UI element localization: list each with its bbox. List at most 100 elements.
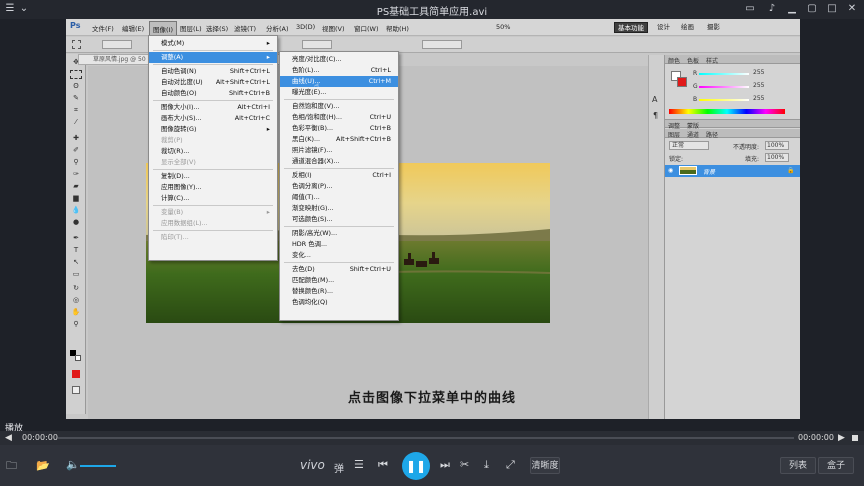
menu-item[interactable]: 色调均化(Q) xyxy=(280,297,398,308)
menu-window[interactable]: 窗口(W) xyxy=(354,23,379,33)
tab-swatches[interactable]: 色板 xyxy=(687,56,699,65)
tab-paths[interactable]: 路径 xyxy=(706,130,718,139)
video-frame[interactable]: Ps 文件(F) 编辑(E) 图像(I) 图层(L) 选择(S) 滤镜(T) 分… xyxy=(66,19,800,419)
menu-item[interactable]: 曲线(U)... Ctrl+M xyxy=(280,76,398,87)
option-field[interactable] xyxy=(102,40,132,49)
tab-styles[interactable]: 样式 xyxy=(706,56,718,65)
3d-rotate-icon[interactable]: ↻ xyxy=(70,284,82,293)
menu-item[interactable]: 色彩平衡(B)... Ctrl+B xyxy=(280,123,398,134)
menu-item[interactable]: 色调分离(P)... xyxy=(280,181,398,192)
eye-icon[interactable]: ◉ xyxy=(668,167,673,174)
dodge-tool-icon[interactable]: ● xyxy=(70,218,82,227)
zoom-level[interactable]: 50% xyxy=(496,23,510,31)
menu-item[interactable]: 应用数据组(L)... xyxy=(149,218,277,229)
seek-forward-icon[interactable]: ▶ xyxy=(838,433,845,443)
bell-icon[interactable]: ♪ xyxy=(766,3,778,15)
color-bg-swatch[interactable] xyxy=(677,77,687,87)
settings-sliders-icon[interactable]: ☰ xyxy=(354,458,364,472)
menu-item[interactable]: 可选颜色(S)... xyxy=(280,214,398,225)
shape-tool-icon[interactable]: ▭ xyxy=(70,270,82,279)
crop-tool-icon[interactable]: ⌗ xyxy=(70,106,82,115)
menu-3d[interactable]: 3D(D) xyxy=(296,23,315,31)
slider-g[interactable] xyxy=(699,86,749,88)
marquee-tool-icon[interactable] xyxy=(70,70,82,79)
menu-item[interactable]: 匹配颜色(M)... xyxy=(280,275,398,286)
tab-channels[interactable]: 通道 xyxy=(687,130,699,139)
previous-icon[interactable]: ⏮ xyxy=(378,458,388,472)
pen-tool-icon[interactable]: ✒ xyxy=(70,234,82,243)
menu-filter[interactable]: 滤镜(T) xyxy=(234,23,256,33)
menu-item[interactable]: 替换颜色(R)... xyxy=(280,286,398,297)
opacity-input[interactable]: 100% xyxy=(765,141,789,150)
menu-item[interactable]: 变化... xyxy=(280,250,398,261)
tab-color[interactable]: 颜色 xyxy=(668,56,680,65)
stamp-tool-icon[interactable]: ⚲ xyxy=(70,158,82,167)
marquee-icon[interactable] xyxy=(72,40,81,49)
layer-name[interactable]: 背景 xyxy=(703,167,715,176)
list-button[interactable]: 列表 xyxy=(780,457,816,474)
menu-item[interactable]: 模式(M) ▸ xyxy=(149,38,277,49)
menu-edit[interactable]: 编辑(E) xyxy=(122,23,144,33)
menu-item[interactable]: 自动对比度(U) Alt+Shift+Ctrl+L xyxy=(149,77,277,88)
menu-select[interactable]: 选择(S) xyxy=(206,23,228,33)
menu-item[interactable]: 色阶(L)... Ctrl+L xyxy=(280,65,398,76)
fill-input[interactable]: 100% xyxy=(765,153,789,162)
lasso-tool-icon[interactable]: ʘ xyxy=(70,82,82,91)
eyedropper-icon[interactable]: ⁄ xyxy=(70,118,82,127)
3d-orbit-icon[interactable]: ◎ xyxy=(70,296,82,305)
close-icon[interactable]: ✕ xyxy=(846,3,858,15)
menu-item[interactable]: 陷印(T)... xyxy=(149,232,277,243)
slider-r[interactable] xyxy=(699,73,749,75)
menu-layer[interactable]: 图层(L) xyxy=(180,23,202,33)
open-folder-icon[interactable]: 🗀 xyxy=(6,459,17,473)
option-field[interactable] xyxy=(302,40,332,49)
menu-item[interactable]: HDR 色调... xyxy=(280,239,398,250)
background-color[interactable] xyxy=(75,355,81,361)
healing-brush-icon[interactable]: ✚ xyxy=(70,134,82,143)
box-button[interactable]: 盒子 xyxy=(818,457,854,474)
menu-item[interactable]: 图像大小(I)... Alt+Ctrl+I xyxy=(149,102,277,113)
quick-select-icon[interactable]: ✎ xyxy=(70,94,82,103)
workspace-design[interactable]: 设计 xyxy=(654,22,673,33)
paragraph-panel-icon[interactable]: ¶ xyxy=(653,111,658,120)
eraser-tool-icon[interactable]: ▰ xyxy=(70,182,82,191)
type-tool-icon[interactable]: T xyxy=(70,246,82,255)
menu-item[interactable]: 阈值(T)... xyxy=(280,192,398,203)
menu-item[interactable]: 黑白(K)... Alt+Shift+Ctrl+B xyxy=(280,134,398,145)
menu-item[interactable]: 通道混合器(X)... xyxy=(280,156,398,167)
history-brush-icon[interactable]: ✑ xyxy=(70,170,82,179)
gradient-tool-icon[interactable]: ▆ xyxy=(70,194,82,203)
seek-slider[interactable] xyxy=(58,437,794,439)
menu-item[interactable]: 渐变映射(G)... xyxy=(280,203,398,214)
menu-item[interactable]: 复制(D)... xyxy=(149,171,277,182)
slider-b[interactable] xyxy=(699,99,749,101)
layer-row-background[interactable]: ◉ 背景 🔒 xyxy=(665,165,800,177)
menu-item[interactable]: 应用图像(Y)... xyxy=(149,182,277,193)
blend-mode-select[interactable]: 正常 xyxy=(669,141,709,150)
volume-slider[interactable] xyxy=(80,465,116,467)
menu-item[interactable]: 自动颜色(O) Shift+Ctrl+B xyxy=(149,88,277,99)
menu-item[interactable]: 显示全部(V) xyxy=(149,157,277,168)
menu-help[interactable]: 帮助(H) xyxy=(386,23,409,33)
next-icon[interactable]: ⏭ xyxy=(440,458,450,472)
menu-item[interactable]: 自然饱和度(V)... xyxy=(280,101,398,112)
workspace-painting[interactable]: 绘画 xyxy=(678,22,697,33)
fullscreen-icon[interactable]: ⤢ xyxy=(506,458,515,472)
menu-item[interactable]: 照片滤镜(F)... xyxy=(280,145,398,156)
menu-item[interactable]: 亮度/对比度(C)... xyxy=(280,54,398,65)
menu-item[interactable]: 阴影/高光(W)... xyxy=(280,228,398,239)
restore-icon[interactable]: ▢ xyxy=(806,3,818,15)
blur-tool-icon[interactable]: 💧 xyxy=(70,206,82,215)
maximize-icon[interactable]: □ xyxy=(826,3,838,15)
value-g[interactable]: 255 xyxy=(753,82,764,89)
color-swatch-red[interactable] xyxy=(72,370,80,378)
workspace-essentials[interactable]: 基本功能 xyxy=(614,22,648,33)
seek-back-icon[interactable]: ◀ xyxy=(5,433,12,443)
value-r[interactable]: 255 xyxy=(753,69,764,76)
menu-item[interactable]: 反相(I) Ctrl+I xyxy=(280,170,398,181)
brush-tool-icon[interactable]: ✐ xyxy=(70,146,82,155)
menu-item[interactable]: 色相/饱和度(H)... Ctrl+U xyxy=(280,112,398,123)
hand-tool-icon[interactable]: ✋ xyxy=(70,308,82,317)
zoom-tool-icon[interactable]: ⚲ xyxy=(70,320,82,329)
pause-button[interactable]: ❚❚ xyxy=(402,452,430,480)
